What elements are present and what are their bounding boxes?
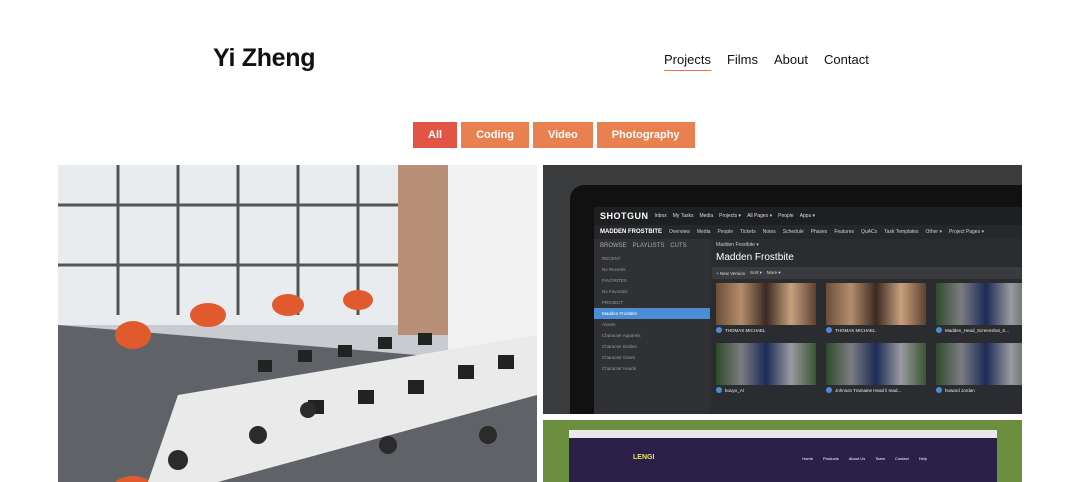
play-icon <box>826 327 832 333</box>
shotgun-menu-item: People <box>778 213 794 219</box>
shotgun-project-tab: Schedule <box>782 229 804 235</box>
shotgun-project-tab: Phases <box>810 229 828 235</box>
shotgun-side-tab: CUTS <box>670 243 687 249</box>
shotgun-side-tab: PLAYLISTS <box>632 243 665 249</box>
shotgun-side-row: Character Apparels <box>602 333 641 338</box>
shotgun-side-row: Character Bodies <box>602 344 637 349</box>
shotgun-thumb: howard Jordan <box>936 343 1022 393</box>
shotgun-thumb: Madden_Head_Screenshot_S... <box>936 283 1022 333</box>
shotgun-thumb-caption: Johnson Tramaine Head li read... <box>835 387 902 393</box>
shotgun-project-name: MADDEN FROSTBITE <box>600 229 662 235</box>
nav-projects[interactable]: Projects <box>664 52 711 71</box>
project-tile-office-photo[interactable] <box>58 165 537 482</box>
shotgun-thumb-caption: bouyo_Al <box>725 387 744 393</box>
project-tile-website[interactable]: LENGI Home Products About Us Team Contac… <box>543 420 1022 482</box>
website-nav-item: Contact <box>894 456 909 461</box>
shotgun-project-tab: Features <box>834 229 855 235</box>
shotgun-project-tab: People <box>717 229 734 235</box>
shotgun-toolbar-item: + New Version <box>716 270 746 276</box>
shotgun-thumb-caption: howard Jordan <box>945 387 975 393</box>
shotgun-top-bar: SHOTGUN Inbox My Tasks Media Projects ▾ … <box>594 207 1022 225</box>
shotgun-thumb: THOMAS MICHAEL <box>716 283 816 333</box>
shotgun-project-bar: MADDEN FROSTBITE Overview Media People T… <box>594 225 1022 239</box>
website-nav-item: Help <box>918 456 927 461</box>
office-photo-image <box>58 165 537 482</box>
shotgun-side-row: Character Heads <box>602 366 637 371</box>
website-nav-item: About Us <box>848 456 866 461</box>
shotgun-side-row: No Favorites <box>602 289 628 294</box>
shotgun-project-tab: Other ▾ <box>925 229 942 235</box>
shotgun-main: Madden Frostbite ▾ Madden Frostbite + Ne… <box>712 239 1022 414</box>
shotgun-toolbar: + New Version Sort ▾ More ▾ <box>712 267 1022 279</box>
shotgun-project-tab: Tickets <box>740 229 756 235</box>
website-preview: LENGI Home Products About Us Team Contac… <box>569 430 997 482</box>
shotgun-project-tab: Notes <box>762 229 776 235</box>
website-nav-item: Products <box>822 456 839 461</box>
shotgun-thumb-grid: THOMAS MICHAEL THOMAS MICHAEL Madden_Hea… <box>712 279 1022 397</box>
shotgun-toolbar-item: Sort ▾ <box>750 270 762 275</box>
website-nav-item: Home <box>802 456 813 461</box>
website-nav-item: Team <box>875 456 885 461</box>
laptop-frame: SHOTGUN Inbox My Tasks Media Projects ▾ … <box>570 185 1022 414</box>
shotgun-side-tab: BROWSE <box>600 243 627 249</box>
play-icon <box>716 327 722 333</box>
shotgun-heading: Madden Frostbite <box>716 252 794 263</box>
shotgun-side-row: FAVORITES <box>602 278 627 283</box>
shotgun-side-row: PROJECT <box>602 300 624 305</box>
site-title[interactable]: Yi Zheng <box>213 44 316 73</box>
project-tile-shotgun[interactable]: SHOTGUN Inbox My Tasks Media Projects ▾ … <box>543 165 1022 414</box>
play-icon <box>826 387 832 393</box>
nav-contact[interactable]: Contact <box>824 52 869 71</box>
shotgun-side-row: RECENT <box>602 256 621 261</box>
website-nav: Home Products About Us Team Contact Help <box>802 456 927 461</box>
shotgun-menu-item: My Tasks <box>672 213 694 219</box>
shotgun-menu-item: Inbox <box>654 213 667 219</box>
main-nav: Projects Films About Contact <box>664 52 885 71</box>
play-icon <box>936 327 942 333</box>
filter-coding-button[interactable]: Coding <box>461 122 529 148</box>
shotgun-menu-item: Projects ▾ <box>719 213 742 219</box>
shotgun-side-row: Assets <box>602 322 616 327</box>
shotgun-toolbar-item: More ▾ <box>766 270 781 275</box>
shotgun-project-tab: Task Templates <box>884 229 919 235</box>
filter-video-button[interactable]: Video <box>532 122 593 148</box>
shotgun-menu-item: Media <box>699 213 714 219</box>
filter-all-button[interactable]: All <box>413 122 458 148</box>
shotgun-thumb-caption: THOMAS MICHAEL <box>725 327 766 333</box>
shotgun-thumb: bouyo_Al <box>716 343 816 393</box>
filter-photography-button[interactable]: Photography <box>596 122 695 148</box>
website-logo: LENGI <box>633 454 655 461</box>
nav-films[interactable]: Films <box>727 52 758 71</box>
shotgun-menu-item: Apps ▾ <box>799 213 815 219</box>
shotgun-project-tab: Project Pages ▾ <box>948 229 984 235</box>
play-icon <box>716 387 722 393</box>
shotgun-logo: SHOTGUN <box>600 211 649 221</box>
shotgun-thumb-caption: THOMAS MICHAEL <box>835 327 876 333</box>
shotgun-side-row: Character Gears <box>602 355 636 360</box>
shotgun-thumb-caption: Madden_Head_Screenshot_S... <box>945 327 1010 333</box>
shotgun-side-row: No Recents <box>602 267 626 272</box>
play-icon <box>936 387 942 393</box>
nav-about[interactable]: About <box>774 52 808 71</box>
shotgun-project-tab: Overview <box>669 229 690 235</box>
shotgun-thumb: Johnson Tramaine Head li read... <box>826 343 926 393</box>
shotgun-thumb: THOMAS MICHAEL <box>826 283 926 333</box>
shotgun-breadcrumb: Madden Frostbite ▾ <box>716 242 759 248</box>
shotgun-menu-item: All Pages ▾ <box>747 213 773 219</box>
shotgun-screen: SHOTGUN Inbox My Tasks Media Projects ▾ … <box>594 207 1022 414</box>
shotgun-sidebar: BROWSE PLAYLISTS CUTS RECENT No Recents … <box>594 239 710 414</box>
shotgun-side-row: Madden Frostbite <box>594 308 710 319</box>
filter-bar: All Coding Video Photography <box>413 122 695 148</box>
shotgun-project-tab: Media <box>696 229 711 235</box>
shotgun-project-tab: QuACs <box>861 229 878 235</box>
